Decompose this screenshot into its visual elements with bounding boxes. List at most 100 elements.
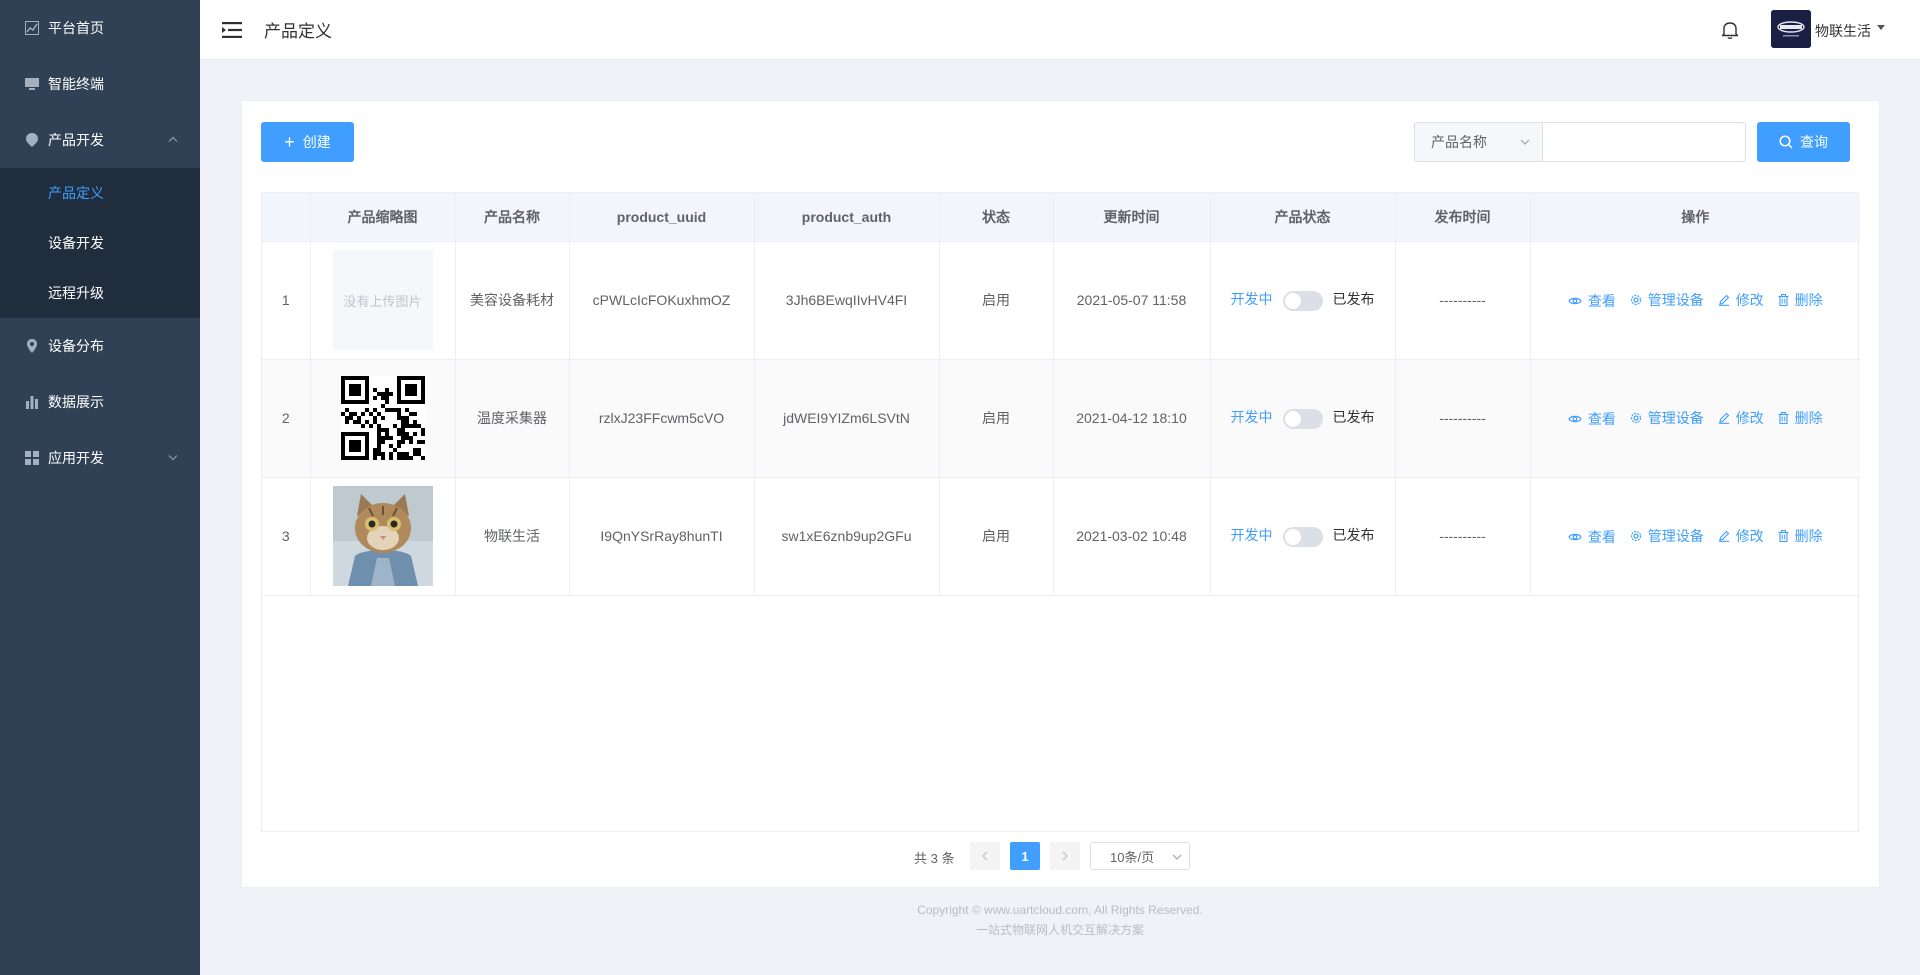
row-index: 3 bbox=[262, 477, 311, 596]
edit-button[interactable]: 修改 bbox=[1718, 408, 1764, 428]
delete-button[interactable]: 删除 bbox=[1778, 526, 1823, 546]
sidebar-item-data-display[interactable]: 数据展示 bbox=[0, 374, 200, 430]
sidebar-item-label: 产品开发 bbox=[48, 132, 104, 148]
sidebar-item-label: 数据展示 bbox=[48, 394, 104, 410]
chevron-left-icon bbox=[982, 851, 988, 861]
location-icon bbox=[24, 338, 40, 354]
product-status-cell: 开发中 已发布 bbox=[1210, 241, 1396, 360]
sidebar-item-product-dev[interactable]: 产品开发 bbox=[0, 112, 200, 168]
top-header: 产品定义 物联生活 bbox=[200, 0, 1920, 60]
publish-time: ---------- bbox=[1395, 241, 1531, 360]
chart-line-icon bbox=[24, 20, 40, 36]
column-header: 状态 bbox=[939, 193, 1054, 242]
dev-status-label[interactable]: 开发中 bbox=[1231, 527, 1273, 543]
menu-toggle-icon[interactable] bbox=[222, 20, 242, 40]
view-button[interactable]: 查看 bbox=[1568, 291, 1616, 311]
grid-icon bbox=[24, 450, 40, 466]
edit-label: 修改 bbox=[1735, 291, 1764, 308]
search-button[interactable]: 查询 bbox=[1757, 122, 1850, 162]
view-label: 查看 bbox=[1587, 528, 1616, 545]
page-number-button[interactable]: 1 bbox=[1010, 842, 1040, 870]
column-header: 操作 bbox=[1530, 193, 1860, 242]
row-index: 1 bbox=[262, 241, 311, 360]
updated-time: 2021-03-02 10:48 bbox=[1053, 477, 1211, 596]
create-button-label: 创建 bbox=[302, 134, 331, 150]
column-header bbox=[262, 193, 311, 242]
create-button[interactable]: + 创建 bbox=[261, 122, 354, 162]
page-size-value: 10条/页 bbox=[1110, 849, 1155, 865]
caret-down-icon[interactable] bbox=[1877, 25, 1885, 30]
bell-icon[interactable] bbox=[1720, 20, 1740, 40]
view-button[interactable]: 查看 bbox=[1568, 409, 1616, 429]
row-index: 2 bbox=[262, 359, 311, 478]
search-select-value: 产品名称 bbox=[1431, 134, 1487, 150]
cat-photo-thumbnail[interactable] bbox=[332, 486, 433, 586]
search-icon bbox=[1779, 135, 1793, 149]
search-input[interactable] bbox=[1543, 122, 1746, 162]
sidebar-item-ota[interactable]: 远程升级 bbox=[0, 268, 200, 318]
page-size-select[interactable]: 10条/页 bbox=[1090, 842, 1190, 870]
manage-devices-button[interactable]: 管理设备 bbox=[1630, 290, 1704, 310]
main-card: + 创建 产品名称 查询 产品缩略图 产品名称 product_uuid pro… bbox=[241, 100, 1880, 888]
product-name: 物联生活 bbox=[455, 477, 570, 596]
avatar[interactable] bbox=[1771, 10, 1811, 48]
footer-slogan: 一站式物联网人机交互解决方案 bbox=[975, 923, 1144, 937]
sidebar: 平台首页 智能终端 产品开发 产品定义 设备开发 远程升级 设备分布 数据展示 … bbox=[0, 0, 200, 975]
published-status-label[interactable]: 已发布 bbox=[1333, 291, 1375, 307]
column-header: 产品名称 bbox=[455, 193, 570, 242]
next-page-button[interactable] bbox=[1050, 842, 1080, 870]
chevron-down-icon bbox=[168, 453, 178, 464]
sidebar-item-terminals[interactable]: 智能终端 bbox=[0, 56, 200, 112]
edit-icon bbox=[1718, 412, 1729, 424]
product-table: 产品缩略图 产品名称 product_uuid product_auth 状态 … bbox=[261, 192, 1860, 832]
delete-button[interactable]: 删除 bbox=[1778, 290, 1823, 310]
manage-label: 管理设备 bbox=[1647, 527, 1704, 544]
product-uuid: rzlxJ23FFcwm5cVO bbox=[569, 359, 755, 478]
edit-button[interactable]: 修改 bbox=[1718, 290, 1764, 310]
status-text: 启用 bbox=[939, 241, 1054, 360]
publish-toggle[interactable] bbox=[1282, 526, 1323, 547]
qr-code-thumbnail[interactable] bbox=[333, 368, 433, 468]
delete-button[interactable]: 删除 bbox=[1778, 408, 1823, 428]
chevron-down-icon bbox=[1172, 850, 1182, 867]
chevron-right-icon bbox=[1062, 851, 1068, 861]
sidebar-item-device-map[interactable]: 设备分布 bbox=[0, 318, 200, 374]
edit-button[interactable]: 修改 bbox=[1718, 526, 1764, 546]
table-row: 2 温度采集器 rzlxJ23FFcwm5cVO jdWEI9YIZm6LSVt… bbox=[262, 359, 1860, 478]
user-name[interactable]: 物联生活 bbox=[1815, 21, 1871, 41]
publish-toggle[interactable] bbox=[1282, 290, 1323, 311]
sidebar-item-device-dev[interactable]: 设备开发 bbox=[0, 218, 200, 268]
actions-cell: 查看 管理设备 修改 删除 bbox=[1530, 359, 1860, 478]
published-status-label[interactable]: 已发布 bbox=[1333, 527, 1375, 543]
sidebar-item-label: 应用开发 bbox=[48, 450, 104, 466]
plus-icon: + bbox=[284, 132, 295, 152]
prev-page-button[interactable] bbox=[970, 842, 1000, 870]
trash-icon bbox=[1778, 529, 1789, 542]
manage-devices-button[interactable]: 管理设备 bbox=[1630, 408, 1704, 428]
manage-label: 管理设备 bbox=[1647, 291, 1704, 308]
bar-chart-icon bbox=[24, 394, 40, 410]
publish-toggle[interactable] bbox=[1282, 408, 1323, 429]
published-status-label[interactable]: 已发布 bbox=[1333, 409, 1375, 425]
edit-icon bbox=[1718, 530, 1729, 542]
delete-label: 删除 bbox=[1794, 291, 1823, 308]
table-header-row: 产品缩略图 产品名称 product_uuid product_auth 状态 … bbox=[262, 193, 1860, 242]
sidebar-item-product-definition[interactable]: 产品定义 bbox=[0, 168, 200, 218]
product-auth: sw1xE6znb9up2GFu bbox=[754, 477, 940, 596]
sidebar-item-home[interactable]: 平台首页 bbox=[0, 0, 200, 56]
view-button[interactable]: 查看 bbox=[1568, 527, 1616, 547]
product-status-cell: 开发中 已发布 bbox=[1210, 359, 1396, 478]
product-name: 温度采集器 bbox=[455, 359, 570, 478]
dev-status-label[interactable]: 开发中 bbox=[1231, 409, 1273, 425]
product-name: 美容设备耗材 bbox=[455, 241, 570, 360]
search-field-select[interactable]: 产品名称 bbox=[1414, 122, 1543, 162]
dev-status-label[interactable]: 开发中 bbox=[1231, 291, 1273, 307]
manage-devices-button[interactable]: 管理设备 bbox=[1630, 526, 1704, 546]
column-header: 产品状态 bbox=[1210, 193, 1396, 242]
view-label: 查看 bbox=[1587, 292, 1616, 309]
submenu-product-dev: 产品定义 设备开发 远程升级 bbox=[0, 168, 200, 318]
sidebar-item-app-dev[interactable]: 应用开发 bbox=[0, 430, 200, 486]
trash-icon bbox=[1778, 411, 1789, 424]
manage-label: 管理设备 bbox=[1647, 409, 1704, 426]
column-header: product_auth bbox=[754, 193, 940, 242]
